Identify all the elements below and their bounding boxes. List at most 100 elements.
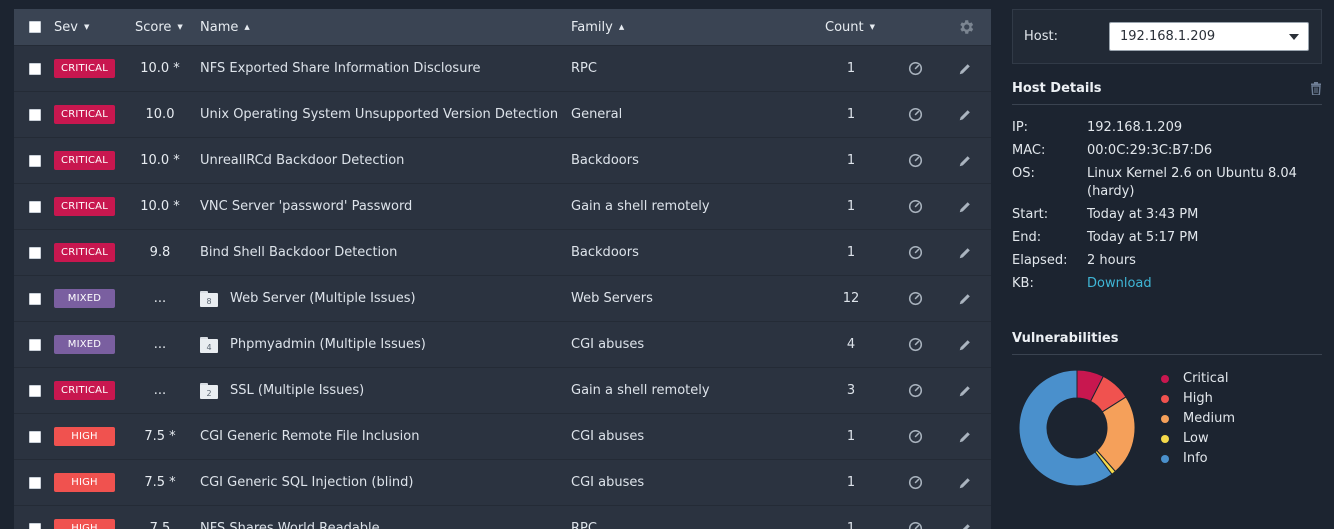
- score-cell: 9.8: [132, 230, 188, 275]
- row-checkbox-cell: [29, 276, 41, 321]
- host-details-header: Host Details: [1012, 81, 1322, 105]
- plugin-name: Web Server (Multiple Issues): [230, 291, 416, 306]
- table-row[interactable]: HIGH 7.5 * CGI Generic Remote File Inclu…: [14, 414, 991, 460]
- sort-desc-icon: ▼: [869, 23, 875, 31]
- detail-label: Start:: [1012, 207, 1049, 222]
- row-checkbox[interactable]: [29, 384, 41, 397]
- row-checkbox[interactable]: [29, 430, 41, 443]
- snooze-icon[interactable]: [907, 276, 923, 321]
- snooze-icon[interactable]: [907, 460, 923, 505]
- edit-icon[interactable]: [957, 414, 973, 459]
- row-checkbox[interactable]: [29, 108, 41, 121]
- edit-icon[interactable]: [957, 184, 973, 229]
- snooze-icon[interactable]: [907, 138, 923, 183]
- name-cell[interactable]: UnrealIRCd Backdoor Detection: [200, 138, 404, 183]
- snooze-icon[interactable]: [907, 46, 923, 91]
- row-checkbox[interactable]: [29, 338, 41, 351]
- select-all-checkbox[interactable]: [29, 21, 41, 33]
- table-row[interactable]: MIXED ... 4 Phpmyadmin (Multiple Issues) …: [14, 322, 991, 368]
- severity-cell: HIGH: [54, 414, 115, 459]
- row-checkbox[interactable]: [29, 154, 41, 167]
- name-cell[interactable]: Unix Operating System Unsupported Versio…: [200, 92, 558, 137]
- count-cell: 1: [814, 414, 888, 459]
- trash-icon[interactable]: [1310, 82, 1322, 95]
- column-header-family[interactable]: Family ▲: [571, 9, 624, 45]
- row-checkbox[interactable]: [29, 292, 41, 305]
- row-checkbox-cell: [29, 184, 41, 229]
- name-cell[interactable]: 4 Phpmyadmin (Multiple Issues): [200, 322, 426, 367]
- plugin-name: CGI Generic Remote File Inclusion: [200, 429, 420, 444]
- row-checkbox[interactable]: [29, 246, 41, 259]
- table-row[interactable]: CRITICAL 10.0 * NFS Exported Share Infor…: [14, 46, 991, 92]
- legend-label: Low: [1183, 431, 1209, 446]
- snooze-icon[interactable]: [907, 230, 923, 275]
- snooze-icon[interactable]: [907, 322, 923, 367]
- edit-icon[interactable]: [957, 322, 973, 367]
- table-row[interactable]: HIGH 7.5 NFS Shares World Readable RPC 1: [14, 506, 991, 529]
- family-cell: CGI abuses: [571, 460, 644, 505]
- snooze-icon[interactable]: [907, 368, 923, 413]
- name-cell[interactable]: CGI Generic SQL Injection (blind): [200, 460, 414, 505]
- edit-icon[interactable]: [957, 138, 973, 183]
- plugin-count: 1: [846, 199, 856, 214]
- edit-icon[interactable]: [957, 46, 973, 91]
- column-header-name[interactable]: Name ▲: [200, 9, 250, 45]
- name-cell[interactable]: VNC Server 'password' Password: [200, 184, 412, 229]
- score-value: 10.0: [145, 107, 175, 122]
- name-cell[interactable]: Bind Shell Backdoor Detection: [200, 230, 397, 275]
- row-checkbox[interactable]: [29, 62, 41, 75]
- row-checkbox[interactable]: [29, 200, 41, 213]
- table-row[interactable]: CRITICAL 10.0 Unix Operating System Unsu…: [14, 92, 991, 138]
- legend-dot: [1161, 374, 1169, 383]
- edit-icon[interactable]: [957, 460, 973, 505]
- name-cell[interactable]: 2 SSL (Multiple Issues): [200, 368, 364, 413]
- family-cell: Backdoors: [571, 138, 639, 183]
- legend-item-info[interactable]: Info: [1161, 451, 1208, 466]
- count-cell: 1: [814, 230, 888, 275]
- legend-item-low[interactable]: Low: [1161, 431, 1209, 446]
- legend-label: Info: [1183, 451, 1208, 466]
- row-checkbox-cell: [29, 506, 41, 529]
- plugin-count: 1: [846, 107, 856, 122]
- edit-icon[interactable]: [957, 276, 973, 321]
- group-count: 8: [206, 296, 212, 306]
- edit-icon[interactable]: [957, 92, 973, 137]
- edit-icon[interactable]: [957, 230, 973, 275]
- snooze-icon[interactable]: [907, 506, 923, 529]
- score-value: 7.5 *: [144, 429, 176, 444]
- name-cell[interactable]: 8 Web Server (Multiple Issues): [200, 276, 416, 321]
- row-checkbox[interactable]: [29, 476, 41, 489]
- count-cell: 1: [814, 506, 888, 529]
- plugin-family: Gain a shell remotely: [571, 383, 710, 398]
- gear-icon[interactable]: [957, 18, 975, 36]
- edit-icon[interactable]: [957, 506, 973, 529]
- host-select[interactable]: 192.168.1.209: [1109, 22, 1309, 51]
- name-cell[interactable]: NFS Exported Share Information Disclosur…: [200, 46, 481, 91]
- legend-item-critical[interactable]: Critical: [1161, 371, 1228, 386]
- edit-icon[interactable]: [957, 368, 973, 413]
- table-row[interactable]: MIXED ... 8 Web Server (Multiple Issues) …: [14, 276, 991, 322]
- sort-asc-icon: ▲: [244, 23, 250, 31]
- column-header-count[interactable]: Count ▼: [825, 9, 875, 45]
- name-cell[interactable]: CGI Generic Remote File Inclusion: [200, 414, 420, 459]
- legend-item-medium[interactable]: Medium: [1161, 411, 1235, 426]
- snooze-icon[interactable]: [907, 184, 923, 229]
- table-row[interactable]: CRITICAL 10.0 * VNC Server 'password' Pa…: [14, 184, 991, 230]
- snooze-icon[interactable]: [907, 414, 923, 459]
- plugin-name: NFS Shares World Readable: [200, 521, 380, 529]
- snooze-icon[interactable]: [907, 92, 923, 137]
- column-header-sev[interactable]: Sev ▼: [54, 9, 89, 45]
- table-row[interactable]: CRITICAL ... 2 SSL (Multiple Issues) Gain…: [14, 368, 991, 414]
- vulnerabilities-donut-chart[interactable]: [1017, 368, 1137, 488]
- row-checkbox[interactable]: [29, 522, 41, 529]
- legend-item-high[interactable]: High: [1161, 391, 1213, 406]
- table-row[interactable]: CRITICAL 9.8 Bind Shell Backdoor Detecti…: [14, 230, 991, 276]
- detail-value: 192.168.1.209: [1087, 120, 1183, 135]
- table-row[interactable]: HIGH 7.5 * CGI Generic SQL Injection (bl…: [14, 460, 991, 506]
- table-row[interactable]: CRITICAL 10.0 * UnrealIRCd Backdoor Dete…: [14, 138, 991, 184]
- family-cell: Backdoors: [571, 230, 639, 275]
- download-link[interactable]: Download: [1087, 276, 1152, 291]
- column-header-score[interactable]: Score ▼: [135, 9, 183, 45]
- name-cell[interactable]: NFS Shares World Readable: [200, 506, 380, 529]
- detail-value: 2 hours: [1087, 253, 1136, 268]
